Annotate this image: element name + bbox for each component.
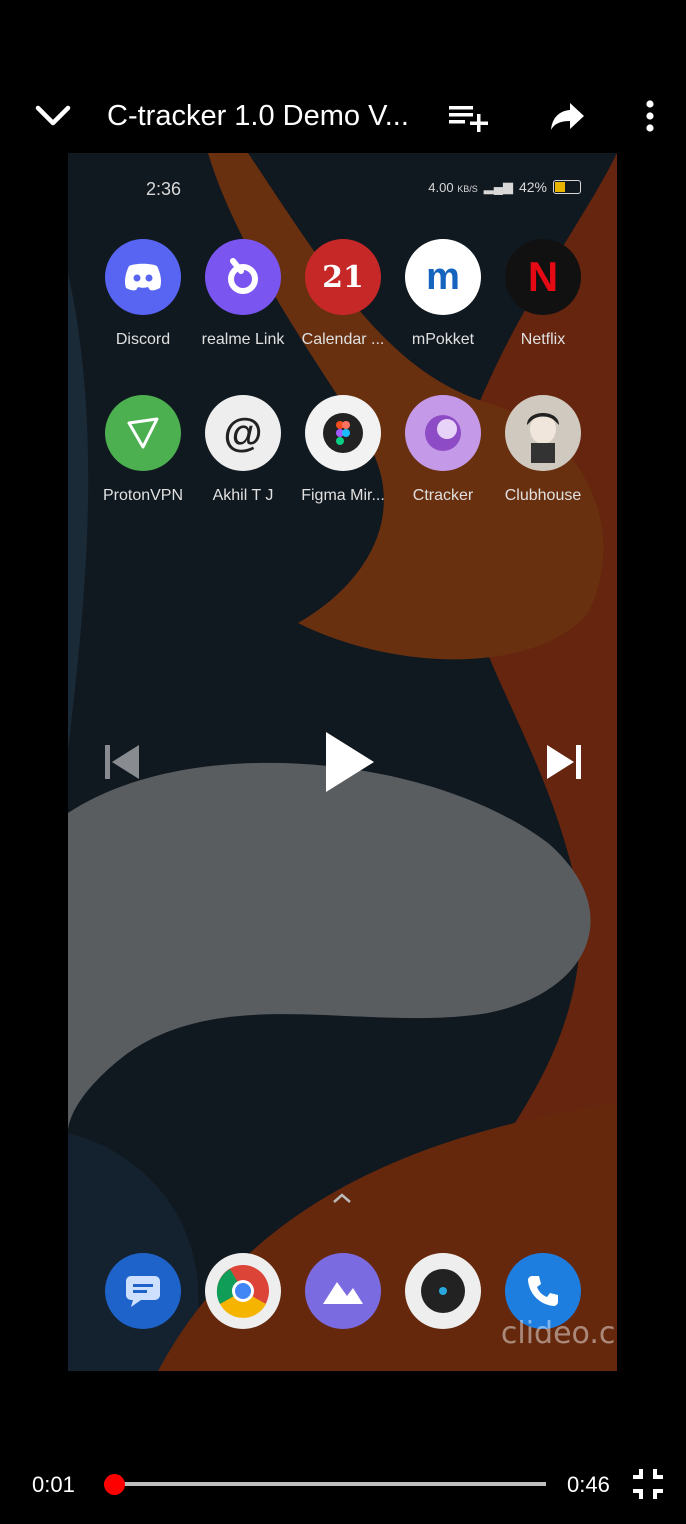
app-netflix: N Netflix	[493, 239, 593, 349]
share-icon[interactable]	[540, 80, 596, 152]
network-speed: 4.00 KB/S	[428, 179, 478, 195]
protonvpn-icon	[105, 395, 181, 471]
camera-icon	[405, 1253, 481, 1329]
app-akhil: @ Akhil T J	[193, 395, 293, 505]
chevron-down-icon[interactable]	[20, 80, 86, 152]
battery-icon	[553, 180, 581, 194]
messages-icon	[105, 1253, 181, 1329]
battery-percent: 42%	[518, 179, 547, 195]
mpokket-icon: m	[405, 239, 481, 315]
netflix-icon: N	[505, 239, 581, 315]
app-mpokket: m mPokket	[393, 239, 493, 349]
app-calendar: 21 Calendar ...	[293, 239, 393, 349]
fullscreen-exit-icon[interactable]	[630, 1466, 666, 1502]
app-figma-mirror: Figma Mir...	[293, 395, 393, 505]
duration: 0:46	[567, 1472, 610, 1497]
app-discord: Discord	[93, 239, 193, 349]
seek-thumb[interactable]	[103, 1474, 125, 1495]
play-icon[interactable]	[310, 722, 390, 802]
chrome-icon	[205, 1253, 281, 1329]
more-vert-icon[interactable]	[626, 80, 674, 152]
signal-icon: ▂▄▆	[483, 179, 513, 194]
current-time: 0:01	[32, 1472, 75, 1497]
app-drawer-chevron-icon	[332, 1191, 352, 1209]
ctracker-icon	[405, 395, 481, 471]
seek-bar[interactable]	[104, 1482, 546, 1486]
skip-next-icon[interactable]	[534, 730, 594, 794]
phone-status-bar: 2:36 4.00 KB/S ▂▄▆ 42%	[68, 177, 617, 205]
phone-status-icons: 4.00 KB/S ▂▄▆ 42%	[428, 179, 581, 195]
app-realme-link: realme Link	[193, 239, 293, 349]
skip-previous-icon[interactable]	[92, 730, 152, 794]
discord-icon	[105, 239, 181, 315]
realme-link-icon	[205, 239, 281, 315]
player-top-bar: C-tracker 1.0 Demo V...	[0, 80, 686, 152]
app-protonvpn: ProtonVPN	[93, 395, 193, 505]
watermark: clideo.com	[500, 1316, 617, 1351]
phone-status-time: 2:36	[146, 179, 182, 199]
app-ctracker: Ctracker	[393, 395, 493, 505]
gallery-icon	[305, 1253, 381, 1329]
at-sign-icon: @	[205, 395, 281, 471]
video-title[interactable]: C-tracker 1.0 Demo V...	[107, 98, 417, 134]
app-clubhouse: Clubhouse	[493, 395, 593, 505]
playlist-add-icon[interactable]	[440, 80, 496, 152]
figma-icon	[305, 395, 381, 471]
calendar-icon: 21	[305, 239, 381, 315]
clubhouse-icon	[505, 395, 581, 471]
